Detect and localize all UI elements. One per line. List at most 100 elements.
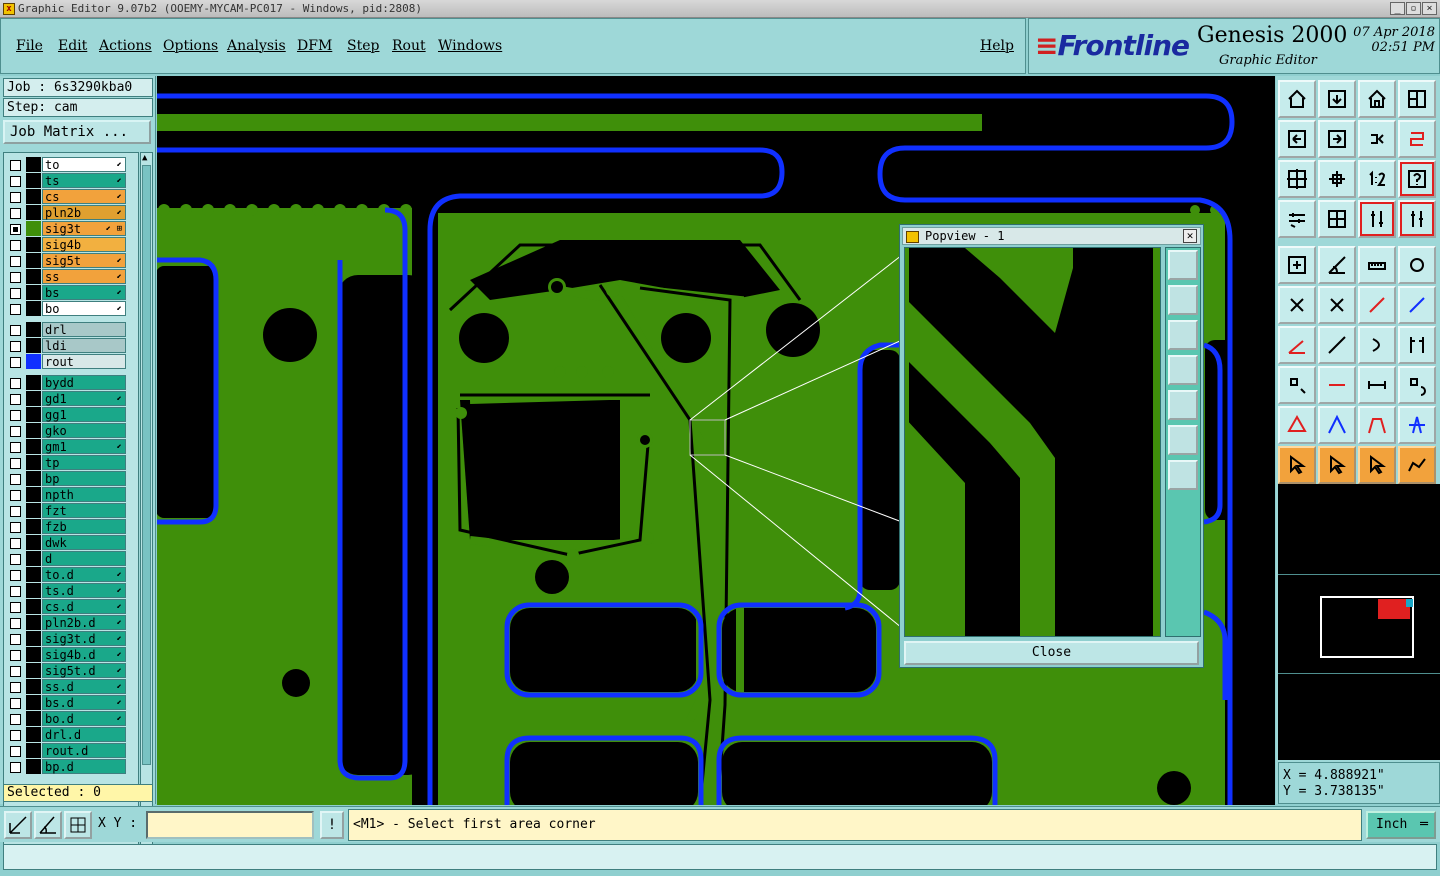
popview-pan-down-button[interactable] <box>1168 320 1198 350</box>
layer-color-swatch[interactable] <box>26 253 41 268</box>
layer-name[interactable]: gg1 <box>42 407 126 422</box>
layer-checkbox[interactable] <box>10 458 21 469</box>
layer-color-swatch[interactable] <box>26 711 41 726</box>
layer-row-ts[interactable]: ts ⬋ <box>6 173 126 189</box>
layer-name[interactable]: pln2b ⬋ <box>42 205 126 220</box>
layer-row-tp[interactable]: tp <box>6 455 126 471</box>
layer-color-swatch[interactable] <box>26 173 41 188</box>
layer-color-swatch[interactable] <box>26 743 41 758</box>
layer-row-bp-d[interactable]: bp.d <box>6 759 126 775</box>
layer-name[interactable]: gm1 ⬋ <box>42 439 126 454</box>
pointer-box-button[interactable] <box>1318 446 1356 484</box>
snap-grid-button[interactable] <box>1398 200 1436 238</box>
unit-select[interactable]: Inch ═ <box>1366 811 1436 839</box>
line-blue-button[interactable] <box>1398 286 1436 324</box>
close-window-button[interactable]: × <box>1422 2 1437 15</box>
layer-row-dwk[interactable]: dwk <box>6 535 126 551</box>
layer-name[interactable]: to ⬋ <box>42 157 126 172</box>
layer-name[interactable]: bs ⬋ <box>42 285 126 300</box>
popview-zoom-home-button[interactable] <box>1168 250 1198 280</box>
layer-name[interactable]: sig5t ⬋ <box>42 253 126 268</box>
layer-checkbox[interactable] <box>10 394 21 405</box>
dimension-button[interactable] <box>1358 366 1396 404</box>
layer-checkbox[interactable] <box>10 240 21 251</box>
layer-color-swatch[interactable] <box>26 679 41 694</box>
maximize-button[interactable]: ▫ <box>1406 2 1421 15</box>
layer-name[interactable]: bp <box>42 471 126 486</box>
layer-checkbox[interactable] <box>10 192 21 203</box>
layer-checkbox[interactable] <box>10 256 21 267</box>
layer-checkbox[interactable] <box>10 490 21 501</box>
layer-checkbox[interactable] <box>10 304 21 315</box>
split-view-button[interactable] <box>1398 80 1436 118</box>
layer-checkbox[interactable] <box>10 666 21 677</box>
menu-help[interactable]: Help <box>980 38 1014 54</box>
line-red2-button[interactable] <box>1318 366 1356 404</box>
layer-row-cs[interactable]: cs ⬋ <box>6 189 126 205</box>
popview-zoom-out-button[interactable] <box>1168 460 1198 490</box>
layer-color-swatch[interactable] <box>26 157 41 172</box>
line-red-button[interactable] <box>1358 286 1396 324</box>
layer-color-swatch[interactable] <box>26 189 41 204</box>
layer-checkbox[interactable] <box>10 426 21 437</box>
layer-row-sig5t[interactable]: sig5t ⬋ <box>6 253 126 269</box>
layer-name[interactable]: sig5t.d ⬋ <box>42 663 126 678</box>
layer-color-swatch[interactable] <box>26 535 41 550</box>
popview-canvas[interactable] <box>904 247 1161 637</box>
menu-options[interactable]: Options <box>163 38 218 54</box>
layer-checkbox[interactable] <box>10 554 21 565</box>
snap-mode-button[interactable] <box>4 811 32 839</box>
menu-analysis[interactable]: Analysis <box>227 38 286 54</box>
minimap[interactable] <box>1278 574 1440 674</box>
layer-color-swatch[interactable] <box>26 205 41 220</box>
layer-row-bo-d[interactable]: bo.d ⬋ <box>6 711 126 727</box>
mirror-button[interactable] <box>1398 326 1436 364</box>
pointer-button[interactable] <box>1278 446 1316 484</box>
layer-row-bs[interactable]: bs ⬋ <box>6 285 126 301</box>
snap-pad-button[interactable] <box>1358 200 1396 238</box>
layer-name[interactable]: cs.d ⬋ <box>42 599 126 614</box>
arc-button[interactable] <box>1358 326 1396 364</box>
layer-name[interactable]: d <box>42 551 126 566</box>
layer-row-d[interactable]: d <box>6 551 126 567</box>
layer-checkbox[interactable] <box>10 208 21 219</box>
layer-name[interactable]: bydd <box>42 375 126 390</box>
layer-color-swatch[interactable] <box>26 759 41 774</box>
layer-color-swatch[interactable] <box>26 519 41 534</box>
layer-row-rout[interactable]: rout <box>6 354 126 370</box>
fit-button[interactable] <box>1278 160 1316 198</box>
layer-row-ldi[interactable]: ldi <box>6 338 126 354</box>
layer-row-gg1[interactable]: gg1 <box>6 407 126 423</box>
popview-pan-right-button[interactable] <box>1168 390 1198 420</box>
layer-name[interactable]: tp <box>42 455 126 470</box>
layer-name[interactable]: bp.d <box>42 759 126 774</box>
layer-color-swatch[interactable] <box>26 285 41 300</box>
layer-checkbox[interactable] <box>10 650 21 661</box>
zoom-down-button[interactable] <box>1318 80 1356 118</box>
layer-color-swatch[interactable] <box>26 727 41 742</box>
layer-checkbox[interactable] <box>10 762 21 773</box>
layer-checkbox[interactable] <box>10 586 21 597</box>
layer-checkbox[interactable] <box>10 325 21 336</box>
layer-name[interactable]: drl.d <box>42 727 126 742</box>
connect-pads-button[interactable] <box>1278 286 1316 324</box>
layer-color-swatch[interactable] <box>26 647 41 662</box>
home-button[interactable] <box>1358 80 1396 118</box>
layer-row-sig3t[interactable]: sig3t ⬋ ⊞ <box>6 221 126 237</box>
layer-row-drl[interactable]: drl <box>6 322 126 338</box>
dot-button[interactable] <box>1398 246 1436 284</box>
layer-color-swatch[interactable] <box>26 583 41 598</box>
layer-checkbox[interactable] <box>10 730 21 741</box>
menu-windows[interactable]: Windows <box>438 38 502 54</box>
select-feature-button[interactable] <box>1278 246 1316 284</box>
layer-color-swatch[interactable] <box>26 615 41 630</box>
pan-left-button[interactable] <box>1278 120 1316 158</box>
layer-checkbox[interactable] <box>10 506 21 517</box>
layer-name[interactable]: bs.d ⬋ <box>42 695 126 710</box>
layer-color-swatch[interactable] <box>26 439 41 454</box>
layer-row-fzb[interactable]: fzb <box>6 519 126 535</box>
layer-color-swatch[interactable] <box>26 487 41 502</box>
layer-name[interactable]: gd1 ⬋ <box>42 391 126 406</box>
scroll-thumb[interactable] <box>142 165 151 765</box>
back-button[interactable] <box>1358 120 1396 158</box>
